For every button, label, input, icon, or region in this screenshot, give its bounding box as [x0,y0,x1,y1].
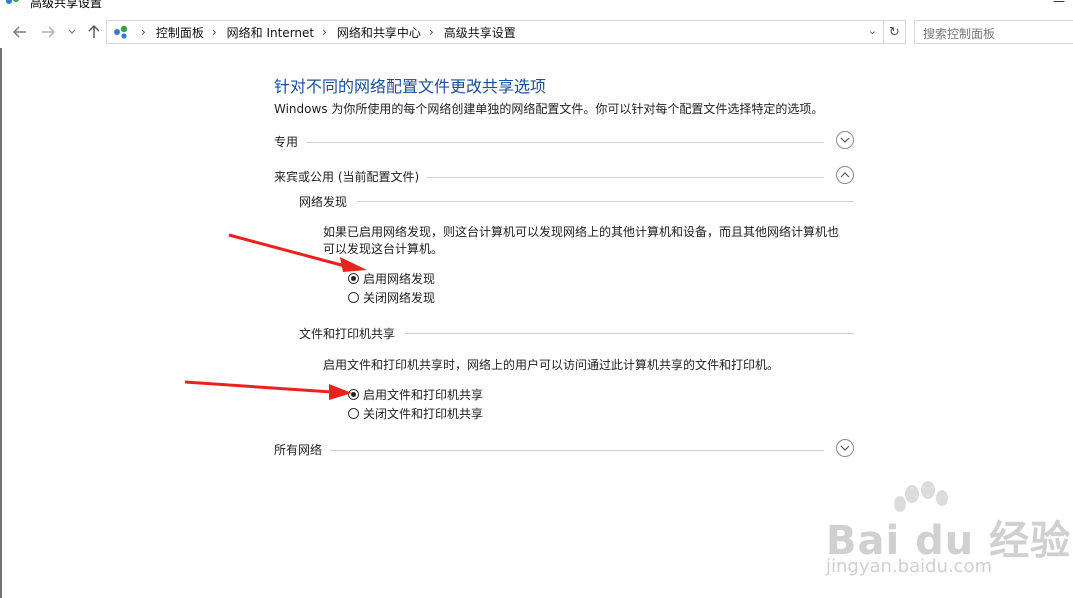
up-arrow-icon [88,25,100,38]
radio-disable-file-printer-sharing[interactable]: 关闭文件和打印机共享 [348,405,483,422]
forward-button[interactable] [38,21,58,43]
up-button[interactable] [84,21,104,43]
radio-disable-network-discovery[interactable]: 关闭网络发现 [348,289,435,306]
radio-label: 启用文件和打印机共享 [363,388,484,402]
control-panel-icon [114,25,128,39]
breadcrumb-separator-icon: › [322,25,327,39]
section-label: 来宾或公用 (当前配置文件) [274,168,428,185]
subsection-file-printer-sharing: 文件和打印机共享 [299,325,854,343]
page-title: 针对不同的网络配置文件更改共享选项 [274,77,547,96]
file-printer-sharing-text: 启用文件和打印机共享时，网络上的用户可以访问通过此计算机共享的文件和打印机。 [323,358,780,372]
subsection-network-discovery: 网络发现 [299,193,854,211]
radio-selected-dot [351,392,356,397]
section-guest-public[interactable]: 来宾或公用 (当前配置文件) [274,166,854,188]
section-divider [274,450,824,451]
radio-selected-dot [351,276,356,281]
subsection-divider [299,201,854,202]
window-title: 高级共享设置 [30,0,103,10]
forward-arrow-icon [42,26,55,38]
minimize-button[interactable]: — [1053,0,1065,8]
back-arrow-icon [13,26,26,38]
search-input[interactable]: 搜索控制面板 [914,20,1073,44]
section-label: 所有网络 [274,441,331,458]
refresh-button[interactable]: ↻ [884,20,906,44]
subsection-title: 文件和打印机共享 [299,325,406,342]
back-button[interactable] [10,21,30,43]
radio-enable-file-printer-sharing[interactable]: 启用文件和打印机共享 [348,386,483,403]
breadcrumb-separator-icon: › [211,25,217,39]
network-discovery-text: 如果已启用网络发现，则这台计算机可以发现网络上的其他计算机和设备，而且其他网络计… [323,225,840,256]
chevron-down-icon [840,137,850,143]
chevron-down-icon [840,445,850,451]
breadcrumb-separator-icon: › [141,25,146,39]
refresh-icon: ↻ [889,24,900,40]
chevron-up-icon [840,172,850,178]
radio-button[interactable] [348,292,359,303]
section-label: 专用 [274,133,307,150]
network-icon [6,0,19,4]
section-all-networks[interactable]: 所有网络 [274,439,854,461]
breadcrumb-item[interactable]: › 高级共享设置 [421,24,516,41]
navigation-bar: › 控制面板 › 网络和 Internet › 网络和共享中心 › 高级共享设置 ⌄ ↻… [0,18,1073,48]
radio-enable-network-discovery[interactable]: 启用网络发现 [348,270,435,287]
radio-button[interactable] [348,389,359,400]
section-divider [274,142,824,143]
expand-button[interactable] [836,439,854,457]
window-edge [0,48,2,598]
chevron-down-icon [68,29,76,34]
radio-label: 关闭网络发现 [363,291,436,305]
breadcrumb-item[interactable]: › 网络和 Internet [204,24,314,41]
subsection-title: 网络发现 [299,193,358,210]
collapse-button[interactable] [836,166,854,184]
address-bar[interactable]: › 控制面板 › 网络和 Internet › 网络和共享中心 › 高级共享设置 ⌄ [106,20,884,44]
recent-locations-button[interactable] [62,21,82,43]
page-description: Windows 为你所使用的每个网络创建单独的网络配置文件。你可以针对每个配置文… [274,102,824,116]
expand-button[interactable] [836,131,854,149]
title-bar: 高级共享设置 — [0,0,1073,14]
address-dropdown-icon[interactable]: ⌄ [868,24,877,37]
breadcrumb-item[interactable]: › 网络和共享中心 [314,24,421,41]
radio-button[interactable] [348,408,359,419]
section-private[interactable]: 专用 [274,131,854,153]
radio-label: 启用网络发现 [363,272,436,286]
radio-button[interactable] [348,273,359,284]
watermark-url: jingyan.baidu.com [826,556,993,577]
breadcrumb-separator-icon: › [428,25,434,39]
breadcrumb-item[interactable]: › 控制面板 [133,24,204,41]
radio-label: 关闭文件和打印机共享 [363,407,484,421]
red-arrow-icon [184,380,352,400]
